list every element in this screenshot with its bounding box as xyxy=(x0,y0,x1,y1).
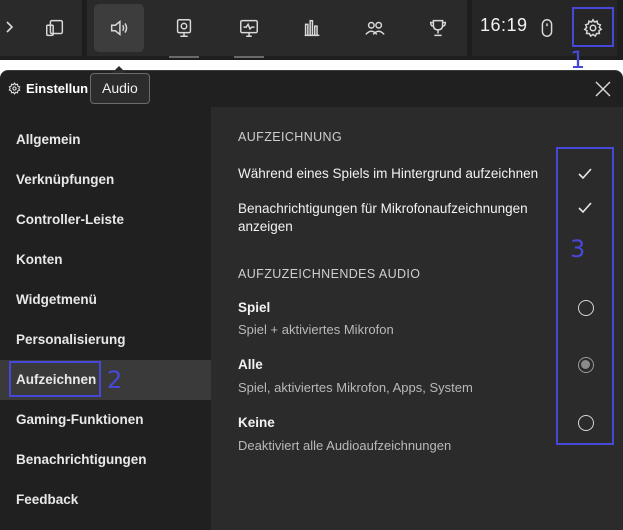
checkbox-mic-notifications[interactable] xyxy=(577,200,593,216)
window-title: Einstellun xyxy=(26,81,89,96)
annotation-label-1: 1 xyxy=(570,46,586,74)
sidebar-item-konten[interactable]: Konten xyxy=(0,240,211,280)
tooltip-arrow xyxy=(112,66,126,73)
settings-content: AUFZEICHNUNG Während eines Spiels im Hin… xyxy=(211,107,623,530)
capture-widget-button[interactable] xyxy=(159,4,209,58)
option-label-background-recording: Während eines Spiels im Hintergrund aufz… xyxy=(238,166,539,181)
radio-subtitle-keine: Deaktiviert alle Audioaufzeichnungen xyxy=(238,438,452,453)
gear-icon xyxy=(583,18,603,38)
devices-icon xyxy=(46,19,64,37)
resources-widget-button[interactable] xyxy=(287,4,337,52)
webcam-icon xyxy=(176,19,192,37)
chevron-right-icon[interactable] xyxy=(3,17,17,37)
sidebar-item-allgemein[interactable]: Allgemein xyxy=(0,120,211,160)
mouse-icon xyxy=(541,19,553,37)
sidebar-item-widgetmenu[interactable]: Widgetmenü xyxy=(0,280,211,320)
audio-widget-button[interactable] xyxy=(94,4,144,52)
option-label-mic-notifications: Benachrichtigungen für Mikrofonaufzeichn… xyxy=(238,201,528,234)
audio-tooltip: Audio xyxy=(90,73,150,104)
section-title-audio: AUFZUZEICHNENDES AUDIO xyxy=(238,267,421,281)
close-icon[interactable] xyxy=(593,79,613,99)
radio-alle[interactable] xyxy=(578,357,594,373)
sidebar-item-verknuepfungen[interactable]: Verknüpfungen xyxy=(0,160,211,200)
checkbox-background-recording[interactable] xyxy=(577,166,593,182)
radio-title-alle: Alle xyxy=(238,357,263,372)
pinned-indicator xyxy=(169,56,199,58)
game-bar-left-segment xyxy=(0,0,82,56)
game-bar: 16:19 xyxy=(0,0,623,60)
settings-window: Einstellun Allgemein Verknüpfungen Contr… xyxy=(0,70,623,530)
achievements-widget-button[interactable] xyxy=(413,4,463,52)
radio-subtitle-spiel: Spiel + aktiviertes Mikrofon xyxy=(238,322,394,337)
radio-subtitle-alle: Spiel, aktiviertes Mikrofon, Apps, Syste… xyxy=(238,380,473,395)
pinned-indicator xyxy=(234,56,264,58)
mouse-button[interactable] xyxy=(527,4,567,52)
performance-widget-button[interactable] xyxy=(224,4,274,58)
settings-sidebar: Allgemein Verknüpfungen Controller-Leist… xyxy=(0,107,211,530)
clock: 16:19 xyxy=(480,15,528,35)
radio-title-keine: Keine xyxy=(238,415,275,430)
sidebar-item-personalisierung[interactable]: Personalisierung xyxy=(0,320,211,360)
radio-spiel[interactable] xyxy=(578,300,594,316)
settings-button[interactable] xyxy=(572,4,614,52)
sidebar-item-controller-leiste[interactable]: Controller-Leiste xyxy=(0,200,211,240)
section-title-aufzeichnung: AUFZEICHNUNG xyxy=(238,130,343,144)
annotation-label-2: 2 xyxy=(107,366,123,394)
trophy-icon xyxy=(429,19,447,37)
sidebar-item-feedback[interactable]: Feedback xyxy=(0,480,211,520)
radio-keine[interactable] xyxy=(578,415,594,431)
radio-title-spiel: Spiel xyxy=(238,300,271,315)
sidebar-item-gaming-funktionen[interactable]: Gaming-Funktionen xyxy=(0,400,211,440)
sidebar-item-benachrichtigungen[interactable]: Benachrichtigungen xyxy=(0,440,211,480)
gear-icon xyxy=(8,82,21,95)
annotation-label-3: 3 xyxy=(570,235,586,263)
people-icon xyxy=(365,21,385,35)
bar-chart-icon xyxy=(304,19,320,37)
game-bar-widgets-segment xyxy=(87,0,467,58)
radio-selected-dot xyxy=(581,360,590,369)
speaker-icon xyxy=(110,20,128,36)
sidebar-item-aufzeichnen[interactable]: Aufzeichnen xyxy=(0,360,211,400)
social-widget-button[interactable] xyxy=(350,4,400,52)
widget-store-button[interactable] xyxy=(30,4,80,52)
monitor-pulse-icon xyxy=(240,19,258,37)
